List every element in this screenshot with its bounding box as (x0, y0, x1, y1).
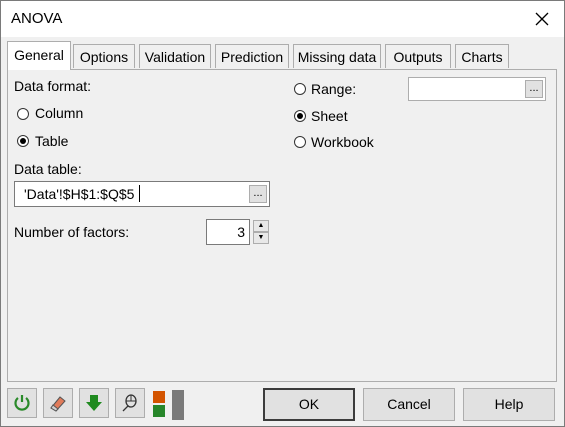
toggle-panel-button[interactable] (151, 390, 187, 420)
eraser-icon (50, 396, 66, 412)
tab-outputs[interactable]: Outputs (385, 44, 451, 68)
reset-button[interactable] (7, 388, 37, 418)
tab-strip: General Options Validation Prediction Mi… (1, 41, 564, 70)
data-table-select-button[interactable]: ... (249, 185, 267, 203)
anova-dialog: ANOVA General Options Validation Predict… (0, 0, 565, 427)
spin-up-icon[interactable]: ▲ (253, 220, 269, 232)
select-button[interactable] (115, 388, 145, 418)
factors-input[interactable]: 3 (206, 219, 250, 245)
factors-stepper[interactable]: ▲ ▼ (253, 220, 269, 244)
tab-prediction[interactable]: Prediction (215, 44, 289, 68)
factors-label: Number of factors: (14, 224, 130, 240)
column-radio[interactable] (17, 108, 29, 120)
tab-charts[interactable]: Charts (455, 44, 509, 68)
reset-icon (14, 395, 30, 411)
data-table-field[interactable]: 'Data'!$H$1:$Q$5 ... (14, 181, 270, 207)
data-table-label: Data table: (14, 161, 82, 177)
text-cursor (139, 185, 140, 202)
workbook-radio-label[interactable]: Workbook (311, 134, 374, 150)
sheet-radio-label[interactable]: Sheet (311, 108, 348, 124)
clear-button[interactable] (43, 388, 73, 418)
range-select-button[interactable]: ... (525, 80, 543, 98)
close-icon (535, 12, 549, 26)
data-table-value: 'Data'!$H$1:$Q$5 (24, 186, 135, 202)
factors-value: 3 (237, 224, 245, 240)
tab-missing-data[interactable]: Missing data (293, 44, 381, 68)
cancel-button[interactable]: Cancel (363, 388, 455, 421)
spin-down-icon[interactable]: ▼ (253, 232, 269, 244)
green-square-icon (153, 405, 165, 417)
cursor-select-icon (122, 394, 137, 412)
ok-button[interactable]: OK (263, 388, 355, 421)
tab-options[interactable]: Options (73, 44, 135, 68)
help-button[interactable]: Help (463, 388, 555, 421)
table-radio[interactable] (17, 135, 29, 147)
column-radio-label[interactable]: Column (35, 105, 83, 121)
range-field[interactable]: ... (408, 77, 546, 101)
range-radio-label[interactable]: Range: (311, 81, 356, 97)
workbook-radio[interactable] (294, 136, 306, 148)
data-format-label: Data format: (14, 78, 92, 94)
table-radio-label[interactable]: Table (35, 133, 68, 149)
download-button[interactable] (79, 388, 109, 418)
general-panel: Data format: Column Table Data table: 'D… (7, 69, 557, 382)
close-button[interactable] (527, 5, 557, 33)
tab-validation[interactable]: Validation (139, 44, 211, 68)
title-bar: ANOVA (1, 1, 564, 37)
bottom-toolbar: OK Cancel Help (1, 383, 564, 426)
sheet-radio[interactable] (294, 110, 306, 122)
tab-general[interactable]: General (7, 41, 71, 70)
gray-bar-icon (172, 390, 184, 420)
window-title: ANOVA (11, 10, 63, 27)
down-arrow-icon (86, 395, 102, 411)
orange-square-icon (153, 391, 165, 403)
range-radio[interactable] (294, 83, 306, 95)
